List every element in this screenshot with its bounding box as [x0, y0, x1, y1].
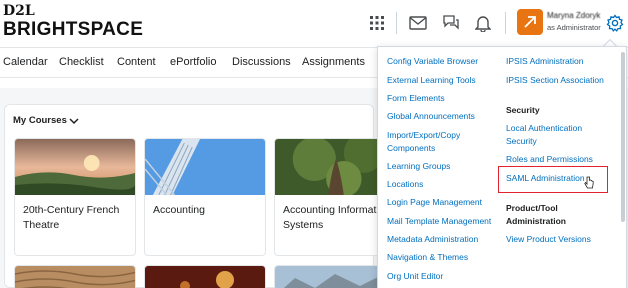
course-title: Accounting: [153, 204, 205, 216]
waffle-icon[interactable]: [366, 12, 388, 34]
course-image: [15, 139, 135, 195]
menu-form-elements[interactable]: Form Elements: [387, 92, 445, 105]
top-header: D2L BRIGHTSPACE Maryna Zdoryk as Adminis…: [0, 0, 628, 48]
header-divider: [505, 12, 506, 34]
menu-ipsis-administration[interactable]: IPSIS Administration: [506, 55, 583, 68]
brightspace-logo[interactable]: D2L BRIGHTSPACE: [3, 4, 143, 41]
menu-metadata-administration[interactable]: Metadata Administration: [387, 233, 478, 246]
menu-org-unit-editor[interactable]: Org Unit Editor: [387, 270, 443, 283]
menu-navigation-themes[interactable]: Navigation & Themes: [387, 251, 468, 264]
nav-assignments[interactable]: Assignments: [302, 56, 365, 68]
product-tool-heading: Product/Tool Administration: [506, 203, 566, 226]
my-courses-menu[interactable]: My Courses: [13, 115, 67, 126]
menu-local-authentication-security[interactable]: Local Authentication Security: [506, 122, 606, 148]
menu-view-product-versions[interactable]: View Product Versions: [506, 233, 591, 246]
logo-d2l: D2L: [3, 3, 35, 19]
hand-cursor-icon: [584, 176, 594, 189]
menu-locations[interactable]: Locations: [387, 178, 423, 191]
course-card[interactable]: [144, 265, 266, 288]
menu-ipsis-section-association[interactable]: IPSIS Section Association: [506, 74, 604, 87]
nav-calendar[interactable]: Calendar: [3, 56, 48, 68]
gear-icon[interactable]: [605, 13, 625, 33]
menu-mail-template-management[interactable]: Mail Template Management: [387, 215, 491, 228]
menu-import-export-copy[interactable]: Import/Export/Copy Components: [387, 129, 487, 155]
security-heading: Security: [506, 105, 540, 115]
header-divider: [396, 12, 397, 34]
course-image: [15, 266, 135, 288]
user-name: Maryna Zdoryk: [547, 11, 601, 20]
menu-config-variable-browser[interactable]: Config Variable Browser: [387, 55, 478, 68]
mail-icon[interactable]: [407, 12, 429, 34]
nav-eportfolio[interactable]: ePortfolio: [170, 56, 216, 68]
logo-brightspace: BRIGHTSPACE: [3, 19, 144, 40]
avatar: [517, 9, 543, 35]
course-card[interactable]: 20th-Century French Theatre: [14, 138, 136, 256]
user-role: as Administrator: [547, 23, 601, 32]
menu-learning-groups[interactable]: Learning Groups: [387, 160, 450, 173]
menu-roles-and-permissions[interactable]: Roles and Permissions: [506, 153, 593, 166]
chevron-down-icon[interactable]: [69, 117, 79, 125]
nav-content[interactable]: Content: [117, 56, 156, 68]
course-card[interactable]: Accounting: [144, 138, 266, 256]
course-image: [145, 266, 265, 288]
menu-external-learning-tools[interactable]: External Learning Tools: [387, 74, 476, 87]
chat-icon[interactable]: [440, 12, 462, 34]
menu-login-page-management[interactable]: Login Page Management: [387, 196, 482, 209]
nav-discussions[interactable]: Discussions: [232, 56, 291, 68]
dropdown-scrollbar[interactable]: [621, 52, 625, 222]
course-title: 20th-Century French Theatre: [23, 204, 120, 231]
course-card[interactable]: [14, 265, 136, 288]
menu-global-announcements[interactable]: Global Announcements: [387, 110, 475, 123]
bell-icon[interactable]: [472, 12, 494, 34]
course-image: [145, 139, 265, 195]
nav-checklist[interactable]: Checklist: [59, 56, 104, 68]
